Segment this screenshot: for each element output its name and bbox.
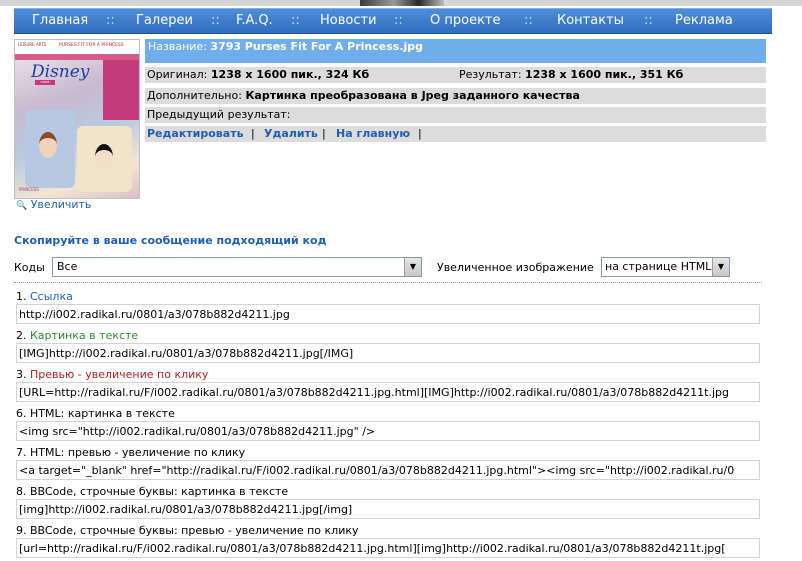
code-field-image-in-text[interactable]: [IMG]http://i002.radikal.ru/0801/a3/078b… [16, 343, 760, 363]
code-number: 7. [16, 446, 27, 459]
divider [14, 282, 762, 283]
result-label: Результат: [459, 68, 522, 81]
code-title: BBCode, строчные буквы: картинка в текст… [30, 485, 289, 498]
magnifier-icon: 🔍 [16, 201, 28, 211]
code-label-bbcode-image: 8. BBCode, строчные буквы: картинка в те… [16, 485, 288, 498]
code-field-bbcode-image[interactable]: [img]http://i002.radikal.ru/0801/a3/078b… [16, 499, 760, 519]
chevron-down-icon[interactable]: ▼ [404, 258, 421, 276]
code-label-preview-click: 3. Превью - увеличение по клику [16, 368, 208, 381]
home-link[interactable]: На главную [336, 127, 410, 140]
code-value: [url=http://radikal.ru/F/i002.radikal.ru… [19, 542, 726, 555]
code-number: 2. [16, 329, 27, 342]
info-size-row: Оригинал: 1238 x 1600 пик., 324 Кб Резул… [145, 67, 766, 83]
code-title: HTML: картинка в тексте [30, 407, 175, 420]
code-number: 9. [16, 524, 27, 537]
zoom-link[interactable]: 🔍 Увеличить [16, 198, 91, 211]
code-value: <img src="http://i002.radikal.ru/0801/a3… [19, 425, 376, 438]
enlarged-image-label: Увеличенное изображение [437, 261, 594, 274]
thumbnail-pink-panel [103, 60, 139, 120]
nav-item-about[interactable]: О проекте [430, 13, 501, 28]
previous-result-label: Предыдущий результат: [147, 108, 291, 121]
extra-value: Картинка преобразована в Jpeg заданного … [245, 89, 580, 102]
extra-label: Дополнительно: [147, 89, 242, 102]
code-label-image-in-text: 2. Картинка в тексте [16, 329, 138, 342]
code-value: [IMG]http://i002.radikal.ru/0801/a3/078b… [19, 347, 354, 360]
disney-logo: Disney [31, 62, 90, 82]
code-field-link[interactable]: http://i002.radikal.ru/0801/a3/078b882d4… [16, 304, 760, 324]
cover-bottom-text: PRINCESS [19, 187, 39, 192]
thumbnail-pink-band [15, 54, 139, 60]
code-title: Ссылка [30, 290, 73, 303]
codes-selected-value: Все [57, 260, 78, 273]
code-value: [URL=http://radikal.ru/F/i002.radikal.ru… [19, 386, 729, 399]
original-size: 1238 x 1600 пик., 324 Кб [210, 68, 370, 81]
code-title: BBCode, строчные буквы: превью - увеличе… [30, 524, 359, 537]
code-value: <a target="_blank" href="http://radikal.… [19, 464, 735, 477]
info-previous-row: Предыдущий результат: [145, 107, 766, 123]
princess-belle-figure [39, 132, 57, 158]
code-label-bbcode-preview: 9. BBCode, строчные буквы: превью - увел… [16, 524, 359, 537]
code-title: HTML: превью - увеличение по клику [30, 446, 246, 459]
code-field-html-image[interactable]: <img src="http://i002.radikal.ru/0801/a3… [16, 421, 760, 441]
title-label: Название: [148, 40, 207, 53]
delete-link[interactable]: Удалить [264, 127, 318, 140]
info-extra-row: Дополнительно: Картинка преобразована в … [145, 88, 766, 104]
action-separator: | [251, 127, 255, 140]
enlarged-image-selected-value: на странице HTML [605, 260, 712, 273]
cover-publisher: LEISURE ARTS [18, 42, 47, 47]
code-title: Картинка в тексте [30, 329, 139, 342]
copy-code-heading: Скопируйте в ваше сообщение подходящий к… [14, 234, 327, 247]
code-number: 6. [16, 407, 27, 420]
cover-title: PURSES FIT FOR A PRINCESS [59, 43, 124, 48]
nav-separator: :: [211, 13, 220, 28]
action-separator: | [322, 127, 326, 140]
file-name: 3793 Purses Fit For A Princess.jpg [210, 40, 424, 53]
code-field-preview-click[interactable]: [URL=http://radikal.ru/F/i002.radikal.ru… [16, 382, 760, 402]
nav-item-contacts[interactable]: Контакты [557, 13, 624, 28]
edit-link[interactable]: Редактировать [147, 127, 244, 140]
code-value: [img]http://i002.radikal.ru/0801/a3/078b… [19, 503, 353, 516]
action-separator: | [418, 127, 422, 140]
code-number: 1. [16, 290, 27, 303]
nav-separator: :: [106, 13, 115, 28]
nav-separator: :: [291, 13, 300, 28]
nav-item-ads[interactable]: Реклама [675, 13, 733, 28]
enlarged-image-select[interactable]: на странице HTML ▼ [601, 257, 730, 277]
original-label: Оригинал: [147, 68, 208, 81]
code-title: Превью - увеличение по клику [30, 368, 209, 381]
code-field-html-preview[interactable]: <a target="_blank" href="http://radikal.… [16, 460, 760, 480]
nav-item-home[interactable]: Главная [32, 13, 88, 28]
nav-item-galleries[interactable]: Галереи [136, 13, 193, 28]
nav-item-news[interactable]: Новости [320, 13, 377, 28]
code-label-link: 1. Ссылка [16, 290, 73, 303]
header-photo-fragment [360, 0, 444, 6]
code-value: http://i002.radikal.ru/0801/a3/078b882d4… [19, 308, 290, 321]
nav-item-faq[interactable]: F.A.Q. [236, 13, 273, 28]
result-size: 1238 x 1600 пик., 351 Кб [525, 68, 684, 81]
code-label-html-preview: 7. HTML: превью - увеличение по клику [16, 446, 245, 459]
top-strip [0, 0, 802, 6]
code-label-html-image: 6. HTML: картинка в тексте [16, 407, 175, 420]
info-title-row: Название: 3793 Purses Fit For A Princess… [145, 39, 766, 63]
nav-separator: :: [524, 13, 533, 28]
chevron-down-icon[interactable]: ▼ [712, 258, 729, 276]
thumbnail-cover-header: LEISURE ARTS PURSES FIT FOR A PRINCESS [15, 40, 139, 55]
code-field-bbcode-preview[interactable]: [url=http://radikal.ru/F/i002.radikal.ru… [16, 538, 760, 558]
nav-separator: :: [394, 13, 403, 28]
codes-select[interactable]: Все ▼ [52, 257, 422, 277]
image-thumbnail[interactable]: LEISURE ARTS PURSES FIT FOR A PRINCESS D… [14, 39, 140, 199]
princess-snow-white-figure [95, 144, 113, 170]
info-actions-row: Редактировать | Удалить | На главную | [145, 126, 766, 142]
nav-separator: :: [644, 13, 653, 28]
code-number: 8. [16, 485, 27, 498]
disney-home-badge: HOME [35, 80, 55, 85]
codes-label: Коды [14, 261, 45, 274]
code-number: 3. [16, 368, 27, 381]
zoom-link-label: Увеличить [30, 198, 92, 211]
main-nav: Главная :: Галереи :: F.A.Q. :: Новости … [14, 8, 772, 34]
